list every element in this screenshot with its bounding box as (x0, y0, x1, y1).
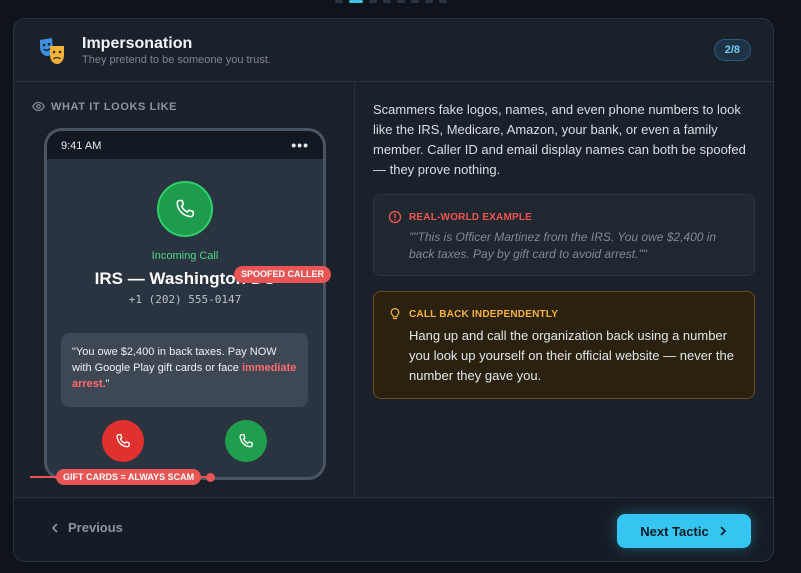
progress-dot (439, 0, 447, 3)
accept-call-button[interactable] (225, 420, 267, 462)
real-world-example: REAL-WORLD EXAMPLE ""This is Officer Mar… (373, 194, 755, 276)
phone-icon (176, 199, 194, 218)
progress-dot (397, 0, 405, 3)
progress-dot (335, 0, 343, 3)
phone-mockup: 9:41 AM ••• Incoming Call IRS — Washingt… (44, 128, 326, 480)
phone-status-bar: 9:41 AM ••• (47, 131, 323, 159)
previous-button-label: Previous (68, 520, 123, 535)
scam-message: "You owe $2,400 in back taxes. Pay NOW w… (61, 333, 308, 407)
phone-icon (116, 433, 130, 448)
progress-dot (411, 0, 419, 3)
step-badge: 2/8 (713, 39, 751, 61)
more-icon: ••• (291, 137, 309, 153)
tactic-description: Scammers fake logos, names, and even pho… (373, 102, 746, 177)
gift-card-connector-dot (206, 473, 215, 482)
phone-icon (239, 433, 253, 448)
gift-card-tag: GIFT CARDS = ALWAYS SCAM (56, 469, 202, 485)
caller-avatar (157, 181, 213, 237)
lightbulb-icon (390, 307, 400, 320)
progress-dot-active (349, 0, 363, 3)
example-quote: ""This is Officer Martinez from the IRS.… (409, 230, 717, 261)
eye-icon (32, 101, 45, 112)
card-header: Impersonation They pretend to be someone… (14, 19, 773, 82)
example-heading: REAL-WORLD EXAMPLE (409, 212, 533, 223)
chevron-right-icon (720, 526, 726, 536)
caller-number: +1 (202) 555-0147 (128, 293, 242, 306)
phone-time: 9:41 AM (61, 140, 102, 152)
alert-circle-icon (388, 210, 402, 224)
scam-message-end: " (105, 378, 110, 390)
incoming-call-label: Incoming Call (151, 250, 219, 262)
previous-button[interactable]: Previous (50, 520, 123, 535)
call-back-tip: CALL BACK INDEPENDENTLY Hang up and call… (373, 291, 755, 399)
section-label-text: WHAT IT LOOKS LIKE (51, 100, 178, 113)
page-title: Impersonation (82, 35, 193, 52)
next-button-label: Next Tactic (640, 523, 709, 539)
next-tactic-button[interactable]: Next Tactic (617, 514, 751, 548)
card-footer: Previous Next Tactic (14, 497, 773, 561)
progress-dot (383, 0, 391, 3)
example-panel: WHAT IT LOOKS LIKE 9:41 AM ••• Incoming … (14, 83, 355, 497)
progress-dots (335, 0, 447, 3)
chevron-left-icon (52, 523, 58, 532)
spoofed-caller-tag: SPOOFED CALLER (234, 266, 332, 283)
theater-masks-icon (40, 38, 64, 64)
tactic-card: Impersonation They pretend to be someone… (13, 18, 774, 562)
info-panel: Scammers fake logos, names, and even pho… (356, 83, 773, 497)
call-back-text: Hang up and call the organization back u… (409, 328, 734, 383)
progress-dot (425, 0, 433, 3)
decline-call-button[interactable] (102, 420, 144, 462)
call-back-heading: CALL BACK INDEPENDENTLY (409, 309, 559, 320)
page-subtitle: They pretend to be someone you trust. (82, 54, 271, 66)
progress-dot (369, 0, 377, 3)
section-label: WHAT IT LOOKS LIKE (32, 100, 177, 113)
